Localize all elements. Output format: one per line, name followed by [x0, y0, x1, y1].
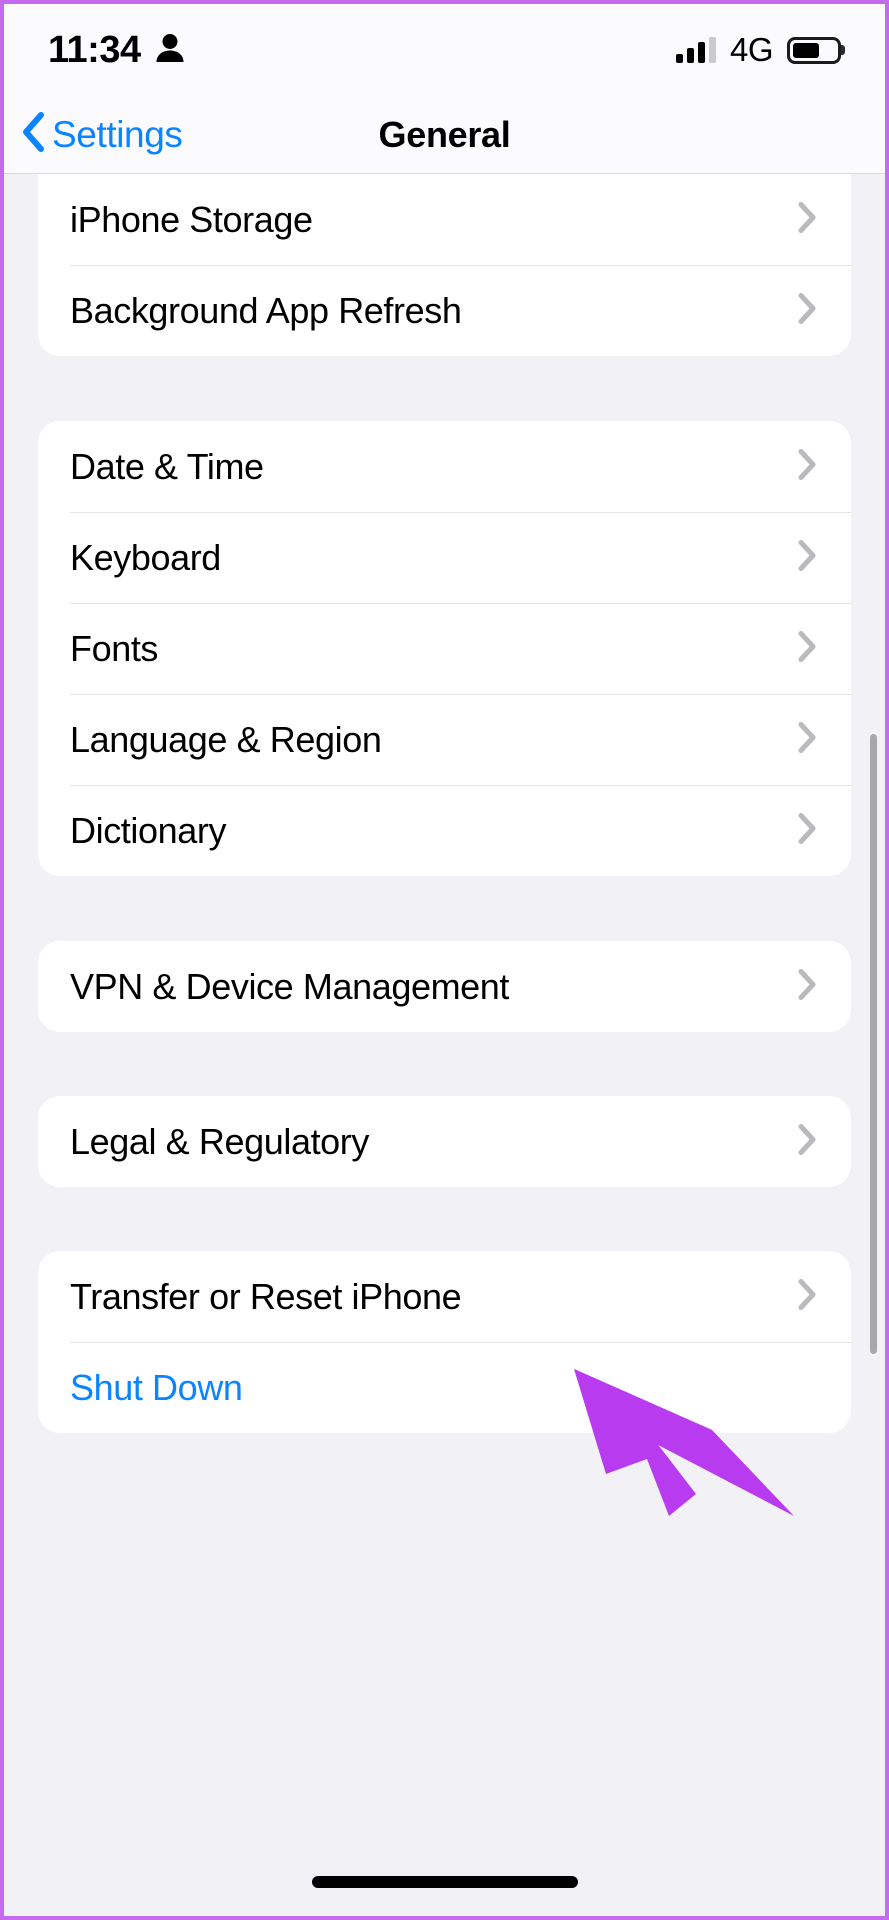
row-transfer-or-reset-iphone[interactable]: Transfer or Reset iPhone [38, 1251, 851, 1342]
cellular-bars-icon [675, 37, 716, 63]
row-label: VPN & Device Management [70, 965, 510, 1007]
settings-group-locale: Date & Time Keyboard Fonts Language & Re… [38, 421, 851, 876]
settings-scroll-area[interactable]: iPhone Storage Background App Refresh Da… [4, 174, 885, 1916]
chevron-left-icon [20, 110, 46, 159]
row-date-time[interactable]: Date & Time [38, 421, 851, 512]
back-button[interactable]: Settings [20, 110, 183, 159]
row-label: Transfer or Reset iPhone [70, 1275, 462, 1317]
row-language-region[interactable]: Language & Region [38, 694, 851, 785]
person-icon [155, 32, 185, 69]
network-type-label: 4G [729, 31, 774, 68]
row-legal-regulatory[interactable]: Legal & Regulatory [38, 1096, 851, 1187]
chevron-right-icon [797, 967, 817, 1006]
row-label: Dictionary [70, 809, 227, 851]
row-label: iPhone Storage [70, 198, 313, 240]
row-label: Fonts [70, 627, 159, 669]
home-indicator [311, 1876, 578, 1888]
row-vpn-device-management[interactable]: VPN & Device Management [38, 941, 851, 1032]
navigation-bar: Settings General [4, 96, 885, 174]
chevron-right-icon [797, 1122, 817, 1161]
row-label: Shut Down [70, 1366, 243, 1408]
status-bar-right: 4G [675, 31, 845, 69]
status-bar-clock: 11:34 [48, 28, 141, 71]
chevron-right-icon [797, 447, 817, 486]
iphone-screen: 11:34 4G Settings General iPhone Storage… [0, 0, 889, 1920]
row-dictionary[interactable]: Dictionary [38, 785, 851, 876]
row-label: Language & Region [70, 718, 382, 760]
status-bar-left: 11:34 [48, 29, 185, 72]
chevron-right-icon [797, 720, 817, 759]
row-background-app-refresh[interactable]: Background App Refresh [38, 265, 851, 356]
row-label: Keyboard [70, 536, 221, 578]
row-fonts[interactable]: Fonts [38, 603, 851, 694]
row-keyboard[interactable]: Keyboard [38, 512, 851, 603]
chevron-right-icon [797, 200, 817, 239]
chevron-right-icon [797, 1277, 817, 1316]
settings-group-vpn: VPN & Device Management [38, 941, 851, 1032]
settings-group-storage: iPhone Storage Background App Refresh [38, 174, 851, 356]
back-button-label: Settings [52, 113, 183, 155]
chevron-right-icon [797, 629, 817, 668]
settings-group-reset: Transfer or Reset iPhone Shut Down [38, 1251, 851, 1433]
chevron-right-icon [797, 811, 817, 850]
chevron-right-icon [797, 538, 817, 577]
row-label: Legal & Regulatory [70, 1120, 369, 1162]
row-label: Background App Refresh [70, 289, 462, 331]
battery-icon [787, 36, 845, 64]
vertical-scrollbar[interactable] [870, 734, 877, 1354]
settings-group-legal: Legal & Regulatory [38, 1096, 851, 1187]
chevron-right-icon [797, 291, 817, 330]
row-label: Date & Time [70, 445, 264, 487]
row-shut-down[interactable]: Shut Down [38, 1342, 851, 1433]
row-iphone-storage[interactable]: iPhone Storage [38, 174, 851, 265]
status-bar: 11:34 4G [4, 4, 885, 96]
